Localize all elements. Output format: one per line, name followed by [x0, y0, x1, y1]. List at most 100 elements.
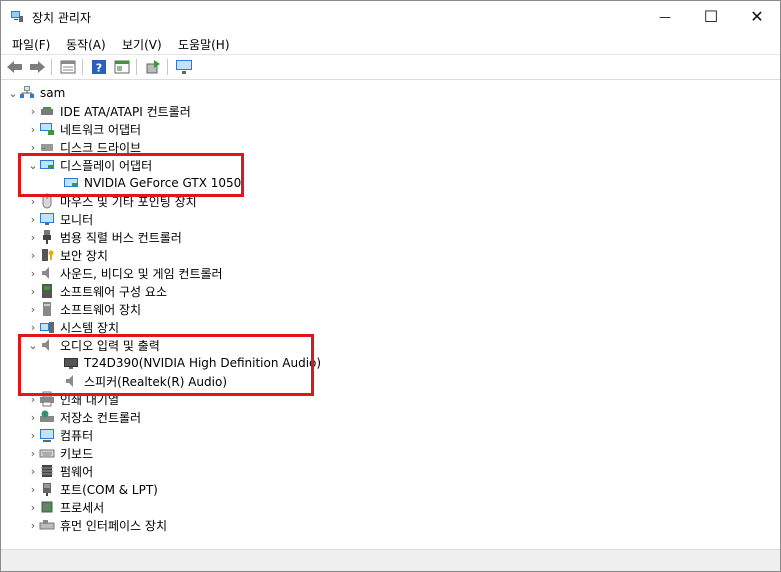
tree-item-ide-ata[interactable]: › IDE ATA/ATAPI 컨트롤러 [27, 102, 191, 120]
chevron-right-icon[interactable]: › [27, 282, 39, 300]
tree-item-label: 디스플레이 어댑터 [60, 158, 153, 173]
tree-item-software-component[interactable]: › 소프트웨어 구성 요소 [27, 282, 167, 300]
chevron-right-icon[interactable]: › [27, 138, 39, 156]
toolbar-separator [51, 59, 52, 75]
tree-item-label: 소프트웨어 구성 요소 [60, 284, 167, 299]
tree-item-security-device[interactable]: › 보안 장치 [27, 246, 108, 264]
update-driver-button[interactable] [144, 58, 162, 76]
forward-arrow-icon [30, 61, 45, 73]
device-manager-icon [11, 11, 23, 22]
update-driver-icon [146, 60, 160, 74]
maximize-button[interactable]: ☐ [688, 1, 734, 32]
chevron-right-icon[interactable]: › [27, 228, 39, 246]
chevron-right-icon[interactable]: › [27, 318, 39, 336]
speaker-icon [42, 339, 49, 351]
tree-item-keyboard[interactable]: › 키보드 [27, 444, 93, 462]
tree-item-disk-drive[interactable]: › 디스크 드라이브 [27, 138, 141, 156]
tree-root[interactable]: ⌄ sam [7, 84, 65, 102]
tree-item-label: 범용 직렬 버스 컨트롤러 [60, 230, 182, 245]
ide-controller-icon [41, 107, 53, 115]
chevron-right-icon[interactable]: › [27, 300, 39, 318]
tree-item-hid[interactable]: › 휴먼 인터페이스 장치 [27, 516, 167, 534]
tree-item-label: 인쇄 대기열 [60, 392, 120, 407]
keyboard-icon [39, 449, 55, 458]
tree-item-label: 마우스 및 기타 포인팅 장치 [60, 194, 197, 209]
tree-item-mouse[interactable]: › 마우스 및 기타 포인팅 장치 [27, 192, 197, 210]
properties-button[interactable] [59, 58, 77, 76]
chevron-right-icon[interactable]: › [27, 480, 39, 498]
tree-item-label: 네트워크 어댑터 [60, 122, 142, 137]
chevron-right-icon[interactable]: › [27, 390, 39, 408]
monitor-icon [40, 213, 54, 225]
tree-item-sound-video[interactable]: › 사운드, 비디오 및 게임 컨트롤러 [27, 264, 223, 282]
tree-item-audio-io[interactable]: ⌄ 오디오 입력 및 출력 [27, 336, 160, 354]
tree-item-software-device[interactable]: › 소프트웨어 장치 [27, 300, 141, 318]
back-button[interactable] [6, 58, 24, 76]
tree-item-ports[interactable]: › 포트(COM & LPT) [27, 480, 158, 498]
menu-action[interactable]: 동작(A) [66, 36, 106, 53]
tree-item-firmware[interactable]: › 펌웨어 [27, 462, 93, 480]
chevron-right-icon[interactable]: › [27, 498, 39, 516]
scan-hardware-button[interactable] [175, 58, 193, 76]
tree-root-label: sam [40, 86, 66, 100]
chevron-down-icon[interactable]: ⌄ [7, 84, 19, 102]
chevron-right-icon[interactable]: › [27, 516, 39, 534]
back-arrow-icon [7, 61, 22, 73]
chevron-right-icon[interactable]: › [27, 408, 39, 426]
chevron-right-icon[interactable]: › [27, 264, 39, 282]
tree-item-network[interactable]: › 네트워크 어댑터 [27, 120, 141, 138]
tree-item-processor[interactable]: › 프로세서 [27, 498, 104, 516]
tree-item-label: IDE ATA/ATAPI 컨트롤러 [60, 104, 191, 119]
tree-child-realtek-speaker[interactable]: 스피커(Realtek(R) Audio) [51, 372, 227, 390]
close-button[interactable]: ✕ [734, 1, 780, 32]
tree-child-nvidia-gtx-1050[interactable]: NVIDIA GeForce GTX 1050 [51, 174, 241, 192]
title-bar: 장치 관리자 — ☐ ✕ [1, 1, 780, 32]
tree-item-label: 보안 장치 [60, 248, 108, 263]
tree-item-system-device[interactable]: › 시스템 장치 [27, 318, 119, 336]
tree-item-label: 모니터 [60, 212, 94, 227]
chevron-right-icon[interactable]: › [27, 192, 39, 210]
tree-item-usb[interactable]: › 범용 직렬 버스 컨트롤러 [27, 228, 182, 246]
tree-item-display-adapter[interactable]: ⌄ 디스플레이 어댑터 [27, 156, 152, 174]
show-hidden-button[interactable] [113, 58, 131, 76]
tree-item-label: 시스템 장치 [60, 320, 120, 335]
menu-view[interactable]: 보기(V) [122, 36, 162, 53]
tree-item-label: 프로세서 [60, 500, 105, 515]
processor-icon [41, 501, 53, 513]
tree-item-label: 오디오 입력 및 출력 [60, 338, 160, 353]
tree-item-label: 펌웨어 [60, 464, 94, 479]
chevron-right-icon[interactable]: › [27, 102, 39, 120]
menu-file[interactable]: 파일(F) [12, 36, 50, 53]
tree-item-computer[interactable]: › 컴퓨터 [27, 426, 93, 444]
maximize-icon: ☐ [703, 7, 719, 26]
computer-network-icon [20, 86, 34, 98]
chevron-right-icon[interactable]: › [27, 210, 39, 228]
chevron-right-icon[interactable]: › [27, 462, 39, 480]
device-tree: ⌄ sam › IDE ATA/ATAPI 컨트롤러 › 네트워크 어댑터 › … [3, 82, 776, 547]
menu-help[interactable]: 도움말(H) [178, 36, 230, 53]
minimize-button[interactable]: — [642, 1, 688, 32]
tree-item-label: 스피커(Realtek(R) Audio) [84, 374, 228, 389]
help-button[interactable]: ? [90, 58, 108, 76]
svg-text:?: ? [96, 62, 102, 75]
tree-item-monitor[interactable]: › 모니터 [27, 210, 93, 228]
tree-item-label: 컴퓨터 [60, 428, 94, 443]
tree-child-t24d390-audio[interactable]: T24D390(NVIDIA High Definition Audio) [51, 354, 321, 372]
tree-item-storage-controller[interactable]: › 저장소 컨트롤러 [27, 408, 141, 426]
forward-button[interactable] [28, 58, 46, 76]
close-icon: ✕ [750, 7, 764, 26]
software-component-icon [42, 284, 52, 298]
software-device-icon [43, 302, 51, 316]
chevron-right-icon[interactable]: › [27, 120, 39, 138]
chevron-down-icon[interactable]: ⌄ [27, 156, 39, 174]
chevron-down-icon[interactable]: ⌄ [27, 336, 39, 354]
tree-item-print-queue[interactable]: › 인쇄 대기열 [27, 390, 119, 408]
chevron-right-icon[interactable]: › [27, 246, 39, 264]
toolbar-separator [136, 59, 137, 75]
chevron-right-icon[interactable]: › [27, 444, 39, 462]
chevron-right-icon[interactable]: › [27, 426, 39, 444]
properties-icon [60, 60, 76, 74]
tree-item-label: NVIDIA GeForce GTX 1050 [84, 176, 242, 190]
firmware-icon [41, 465, 53, 477]
storage-controller-icon [40, 410, 54, 422]
